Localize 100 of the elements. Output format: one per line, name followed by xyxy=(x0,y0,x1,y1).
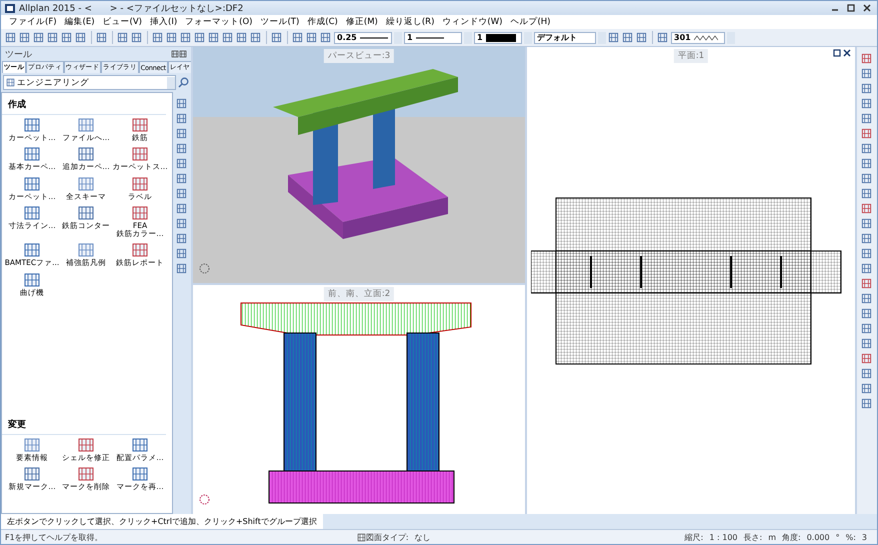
viewport-title[interactable]: 前、南、立面:2 xyxy=(324,287,394,301)
percent-label: %: xyxy=(846,532,856,542)
toolbar-button[interactable] xyxy=(861,368,873,380)
toolbar-button[interactable] xyxy=(19,32,31,44)
view-tool-button[interactable] xyxy=(176,158,188,170)
line-width-combo[interactable]: 0.25 xyxy=(334,32,392,44)
tool-icon xyxy=(861,353,872,364)
toolbar-button[interactable] xyxy=(861,353,873,365)
tool-icon xyxy=(131,32,142,42)
toolbar-button[interactable] xyxy=(861,68,873,80)
toolbar-button[interactable] xyxy=(861,248,873,260)
view-tool-button[interactable] xyxy=(176,143,188,155)
toolbar-button[interactable] xyxy=(861,173,873,185)
toolbar-button[interactable] xyxy=(861,53,873,65)
navigation-dial-icon[interactable] xyxy=(199,494,210,505)
toolbar-button[interactable] xyxy=(861,383,873,395)
toolbar-button[interactable] xyxy=(861,398,873,410)
toolbar-button[interactable] xyxy=(861,203,873,215)
view-tool-button[interactable] xyxy=(176,263,188,275)
rebar-grid-icon xyxy=(23,204,41,221)
toolbar-button[interactable] xyxy=(236,32,248,44)
toolbar-button[interactable] xyxy=(152,32,164,44)
toolbar-button[interactable] xyxy=(608,32,620,44)
toolbar-button[interactable] xyxy=(622,32,634,44)
menu-item[interactable]: 繰り返し(R) xyxy=(382,15,438,29)
rebar-grid-icon xyxy=(23,146,41,162)
menu-item[interactable]: 編集(E) xyxy=(60,15,99,29)
view-tool-button[interactable] xyxy=(176,188,188,200)
toolbar-button[interactable] xyxy=(861,293,873,305)
menu-item[interactable]: 挿入(I) xyxy=(146,15,182,29)
toolbar-button[interactable] xyxy=(636,32,648,44)
toolbar-button[interactable] xyxy=(222,32,234,44)
view-tool-button[interactable] xyxy=(176,173,188,185)
tool-icon xyxy=(861,128,872,139)
toolbar-button[interactable] xyxy=(61,32,73,44)
toolbar-button[interactable] xyxy=(117,32,129,44)
menu-item[interactable]: 修正(M) xyxy=(342,15,382,29)
toolbar-button[interactable] xyxy=(861,143,873,155)
navigation-dial-icon[interactable] xyxy=(199,263,210,274)
line-sample-icon xyxy=(416,36,444,40)
toolbar-button[interactable] xyxy=(861,323,873,335)
toolbar-button[interactable] xyxy=(194,32,206,44)
menu-item[interactable]: フォーマット(O) xyxy=(181,15,256,29)
hatch-combo[interactable]: 301 xyxy=(671,32,725,44)
toolbar-button[interactable] xyxy=(861,158,873,170)
menu-item[interactable]: ヘルプ(H) xyxy=(506,15,554,29)
toolbar-button[interactable] xyxy=(75,32,87,44)
maximize-icon[interactable] xyxy=(833,49,841,57)
view-tool-button[interactable] xyxy=(176,203,188,215)
menu-item[interactable]: ビュー(V) xyxy=(98,15,146,29)
view-tool-button[interactable] xyxy=(176,233,188,245)
viewport-title[interactable]: パースビュー:3 xyxy=(324,49,394,63)
toolbar-button[interactable] xyxy=(861,278,873,290)
viewport-title[interactable]: 平面:1 xyxy=(674,49,708,63)
toolbar-button[interactable] xyxy=(861,113,873,125)
toolbar-button[interactable] xyxy=(208,32,220,44)
toolbar-button[interactable] xyxy=(861,128,873,140)
view-tool-button[interactable] xyxy=(176,98,188,110)
scale-value: 1 : 100 xyxy=(709,532,738,542)
toolbar-button[interactable] xyxy=(47,32,59,44)
tool-icon xyxy=(176,128,187,139)
view-tool-button[interactable] xyxy=(176,128,188,140)
toolbar-button[interactable] xyxy=(657,32,669,44)
tool-icon xyxy=(861,248,872,259)
view-tool-button[interactable] xyxy=(176,218,188,230)
toolbar-button[interactable] xyxy=(292,32,304,44)
color-combo[interactable]: 1 xyxy=(474,32,522,44)
folder-icon xyxy=(6,78,15,87)
toolbar-button[interactable] xyxy=(861,218,873,230)
toolbar-button[interactable] xyxy=(131,32,143,44)
toolbar-button[interactable] xyxy=(861,98,873,110)
pen-combo[interactable]: 1 xyxy=(404,32,462,44)
toolbar-button[interactable] xyxy=(861,233,873,245)
toolbar-button[interactable] xyxy=(306,32,318,44)
toolbar-button[interactable] xyxy=(180,32,192,44)
toolbar-button[interactable] xyxy=(5,32,17,44)
menu-item[interactable]: 作成(C) xyxy=(303,15,342,29)
line-width-value: 0.25 xyxy=(337,33,357,42)
family-dropdown[interactable]: エンジニアリング xyxy=(3,75,176,90)
menu-item[interactable]: ツール(T) xyxy=(256,15,304,29)
toolbar-button[interactable] xyxy=(166,32,178,44)
maximize-button[interactable] xyxy=(845,2,857,14)
toolbar-button[interactable] xyxy=(250,32,262,44)
toolbar-button[interactable] xyxy=(96,32,108,44)
view-tool-button[interactable] xyxy=(176,113,188,125)
toolbar-button[interactable] xyxy=(861,263,873,275)
search-icon[interactable] xyxy=(178,77,189,88)
tool-icon xyxy=(861,53,872,64)
toolbar-button[interactable] xyxy=(320,32,332,44)
menu-item[interactable]: ファイル(F) xyxy=(5,15,61,29)
close-button[interactable] xyxy=(861,2,873,14)
toolbar-button[interactable] xyxy=(861,308,873,320)
menu-item[interactable]: ウィンドウ(W) xyxy=(438,15,506,29)
line-style-combo[interactable]: デフォルト xyxy=(534,32,596,44)
view-tool-button[interactable] xyxy=(176,248,188,260)
toolbar-button[interactable] xyxy=(271,32,283,44)
toolbar-button[interactable] xyxy=(33,32,45,44)
toolbar-button[interactable] xyxy=(861,338,873,350)
toolbar-button[interactable] xyxy=(861,188,873,200)
toolbar-button[interactable] xyxy=(861,83,873,95)
